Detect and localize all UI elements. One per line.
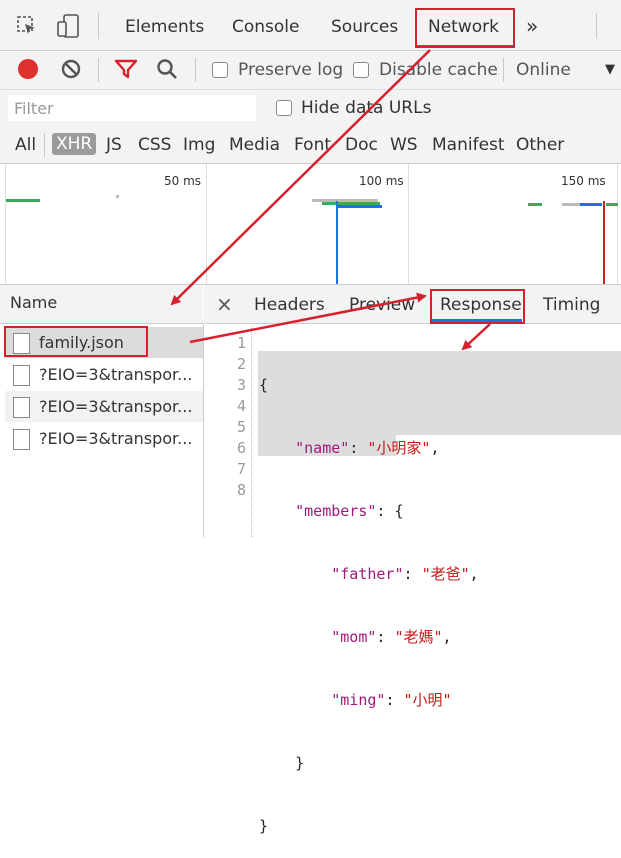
json-punct: , <box>469 565 479 583</box>
json-string: "老爸" <box>421 565 470 583</box>
code-line: "ming": "小明" <box>259 690 479 711</box>
json-key: "ming" <box>331 691 386 709</box>
json-punct: : <box>403 565 422 583</box>
code-line: } <box>259 753 479 774</box>
arrow-file-to-response <box>189 292 427 344</box>
json-punct: , <box>442 628 452 646</box>
json-brace: } <box>295 754 305 772</box>
arrow-network-to-file <box>170 49 431 306</box>
json-punct: : <box>376 628 395 646</box>
json-punct: : <box>385 691 404 709</box>
json-key: "mom" <box>331 628 377 646</box>
arrow-response-to-body <box>461 323 491 351</box>
code-line: "mom": "老媽", <box>259 627 479 648</box>
json-string: "老媽" <box>394 628 443 646</box>
json-key: "father" <box>331 565 404 583</box>
annotation-arrows <box>170 49 491 351</box>
json-string: "小明" <box>403 691 452 709</box>
code-line: "father": "老爸", <box>259 564 479 585</box>
json-brace: } <box>259 817 269 835</box>
code-line: } <box>259 816 479 837</box>
